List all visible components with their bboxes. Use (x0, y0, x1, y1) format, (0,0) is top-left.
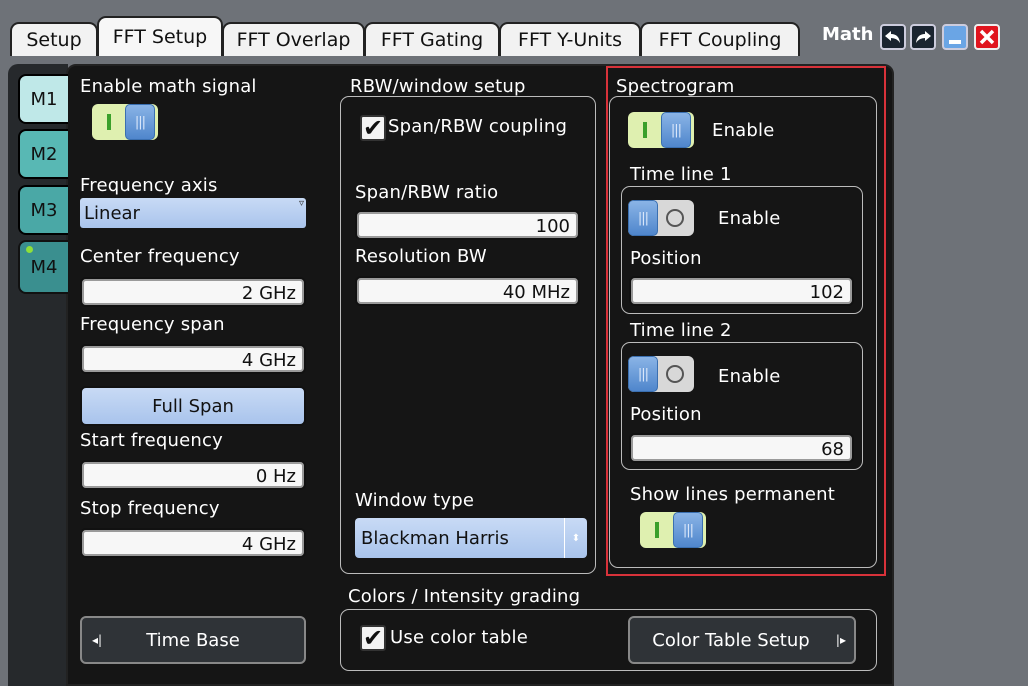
center-frequency-label: Center frequency (80, 246, 240, 267)
frequency-span-input[interactable]: 4 GHz (80, 344, 306, 374)
time-line-1-position-label: Position (630, 248, 702, 269)
span-rbw-coupling-label: Span/RBW coupling (388, 116, 568, 137)
time-base-label: Time Base (146, 629, 240, 651)
window-type-label: Window type (355, 490, 475, 511)
window-type-value: Blackman Harris (361, 528, 509, 549)
full-span-button[interactable]: Full Span (80, 386, 306, 426)
tab-fft-y-units[interactable]: FFT Y-Units (499, 22, 641, 56)
tab-m4-label: M4 (30, 256, 58, 278)
tab-setup[interactable]: Setup (10, 22, 98, 56)
time-line-2-label: Time line 2 (630, 320, 732, 341)
tab-m2[interactable]: M2 (18, 129, 68, 179)
span-rbw-ratio-label: Span/RBW ratio (355, 182, 499, 203)
time-line-2-enable-toggle[interactable]: ||| (628, 356, 694, 392)
time-line-1-position-input[interactable]: 102 (629, 276, 854, 306)
redo-icon[interactable] (910, 24, 936, 50)
tab-m1[interactable]: M1 (18, 74, 68, 124)
close-icon[interactable] (974, 24, 1000, 50)
resolution-bw-label: Resolution BW (355, 246, 487, 267)
frequency-axis-value: Linear (84, 203, 140, 224)
frequency-axis-select[interactable]: Linear ▿ (80, 198, 306, 228)
right-arrow-icon: |▸ (835, 633, 846, 647)
resolution-bw-input[interactable]: 40 MHz (355, 276, 580, 306)
time-line-2-enable-label: Enable (718, 366, 781, 387)
spin-arrows-icon: ⬍ (564, 518, 587, 558)
time-line-1-enable-label: Enable (718, 208, 781, 229)
tab-fft-gating[interactable]: FFT Gating (364, 22, 500, 56)
tab-fft-overlap[interactable]: FFT Overlap (222, 22, 365, 56)
stop-frequency-input[interactable]: 4 GHz (80, 528, 306, 558)
start-frequency-input[interactable]: 0 Hz (80, 460, 306, 490)
spectrogram-enable-label: Enable (712, 120, 775, 141)
enable-math-label: Enable math signal (80, 76, 257, 97)
tab-fft-setup[interactable]: FFT Setup (97, 16, 223, 56)
stop-frequency-label: Stop frequency (80, 498, 220, 519)
window-type-select[interactable]: Blackman Harris ⬍ (355, 518, 587, 558)
dropdown-arrow-icon: ▿ (298, 198, 304, 209)
time-line-2-position-input[interactable]: 68 (629, 433, 854, 463)
undo-icon[interactable] (880, 24, 906, 50)
center-frequency-input[interactable]: 2 GHz (80, 277, 306, 307)
color-table-setup-button[interactable]: Color Table Setup |▸ (628, 616, 856, 664)
time-base-button[interactable]: ◂| Time Base (80, 616, 306, 664)
frequency-axis-label: Frequency axis (80, 175, 218, 196)
m4-active-dot (26, 246, 33, 253)
frequency-span-label: Frequency span (80, 314, 225, 335)
minimize-icon[interactable] (942, 24, 968, 50)
color-table-setup-label: Color Table Setup (652, 629, 810, 651)
tab-m4[interactable]: M4 (18, 240, 68, 294)
left-arrow-icon: ◂| (92, 633, 103, 647)
window-title: Math (822, 24, 874, 45)
spectrogram-enable-toggle[interactable]: ||| (628, 112, 694, 148)
tab-fft-coupling[interactable]: FFT Coupling (640, 22, 800, 56)
tab-m3[interactable]: M3 (18, 185, 68, 235)
show-lines-permanent-label: Show lines permanent (630, 484, 835, 505)
time-line-2-position-label: Position (630, 404, 702, 425)
use-color-table-label: Use color table (390, 627, 528, 648)
time-line-1-enable-toggle[interactable]: ||| (628, 200, 694, 236)
span-rbw-ratio-input[interactable]: 100 (355, 210, 580, 240)
spectrogram-group-label: Spectrogram (616, 76, 735, 97)
enable-math-toggle[interactable]: ||| (92, 104, 158, 140)
rbw-group-label: RBW/window setup (350, 76, 526, 97)
span-rbw-coupling-checkbox[interactable]: ✔ (360, 115, 386, 141)
use-color-table-checkbox[interactable]: ✔ (360, 625, 386, 651)
time-line-1-label: Time line 1 (630, 164, 732, 185)
show-lines-permanent-toggle[interactable]: ||| (640, 512, 706, 548)
colors-group-label: Colors / Intensity grading (348, 586, 581, 607)
start-frequency-label: Start frequency (80, 430, 223, 451)
